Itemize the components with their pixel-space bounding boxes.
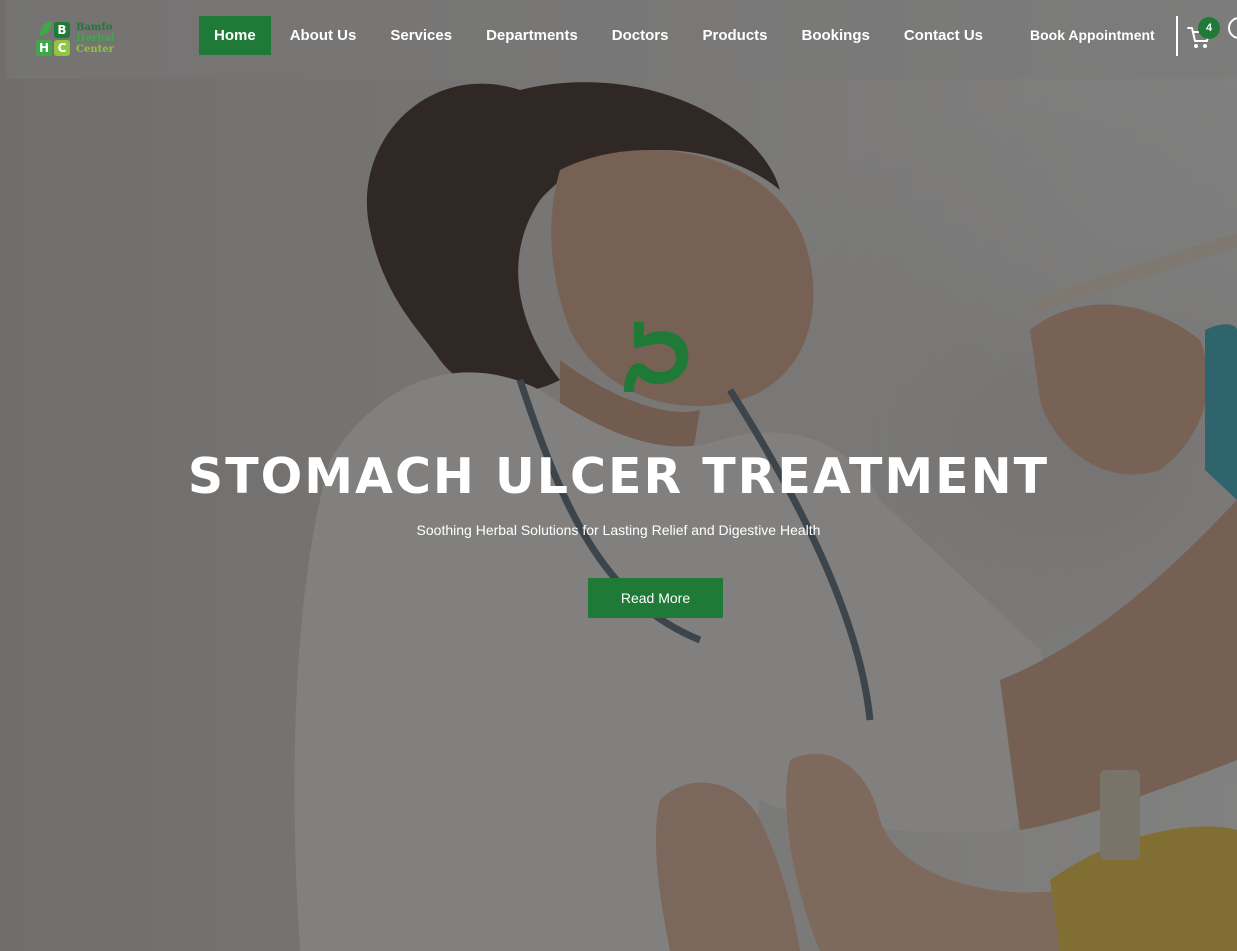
logo-name-line-1: Bamfo — [76, 22, 113, 33]
main-nav: Home About Us Services Departments Docto… — [199, 16, 1000, 55]
nav-item-departments[interactable]: Departments — [469, 16, 595, 55]
stomach-icon — [624, 322, 689, 392]
leaf-icon — [40, 21, 52, 36]
header-divider — [1176, 16, 1178, 56]
logo-name-line-2: Herbal — [76, 33, 115, 44]
nav-item-bookings[interactable]: Bookings — [785, 16, 887, 55]
site-header: B H C Bamfo Herbal Center Home About Us … — [6, 0, 1237, 79]
nav-item-products[interactable]: Products — [685, 16, 784, 55]
hero-subtitle: Soothing Herbal Solutions for Lasting Re… — [416, 522, 821, 538]
nav-item-home[interactable]: Home — [199, 16, 271, 55]
nav-item-contact-us[interactable]: Contact Us — [887, 16, 1000, 55]
hero-title: STOMACH ULCER TREATMENT — [187, 447, 1050, 505]
logo-letter-c: C — [54, 40, 70, 56]
logo-name-line-3: Center — [76, 44, 114, 55]
nav-item-services[interactable]: Services — [373, 16, 469, 55]
brand-logo[interactable]: B H C Bamfo Herbal Center — [36, 20, 120, 60]
logo-letter-b: B — [54, 22, 70, 38]
cart-count-badge: 4 — [1198, 17, 1220, 39]
book-appointment-link[interactable]: Book Appointment — [1030, 16, 1155, 55]
nav-item-doctors[interactable]: Doctors — [595, 16, 686, 55]
logo-letter-h: H — [36, 40, 52, 56]
logo-wordmark: Bamfo Herbal Center — [76, 22, 126, 55]
nav-item-about-us[interactable]: About Us — [273, 16, 374, 55]
read-more-button[interactable]: Read More — [588, 578, 723, 618]
